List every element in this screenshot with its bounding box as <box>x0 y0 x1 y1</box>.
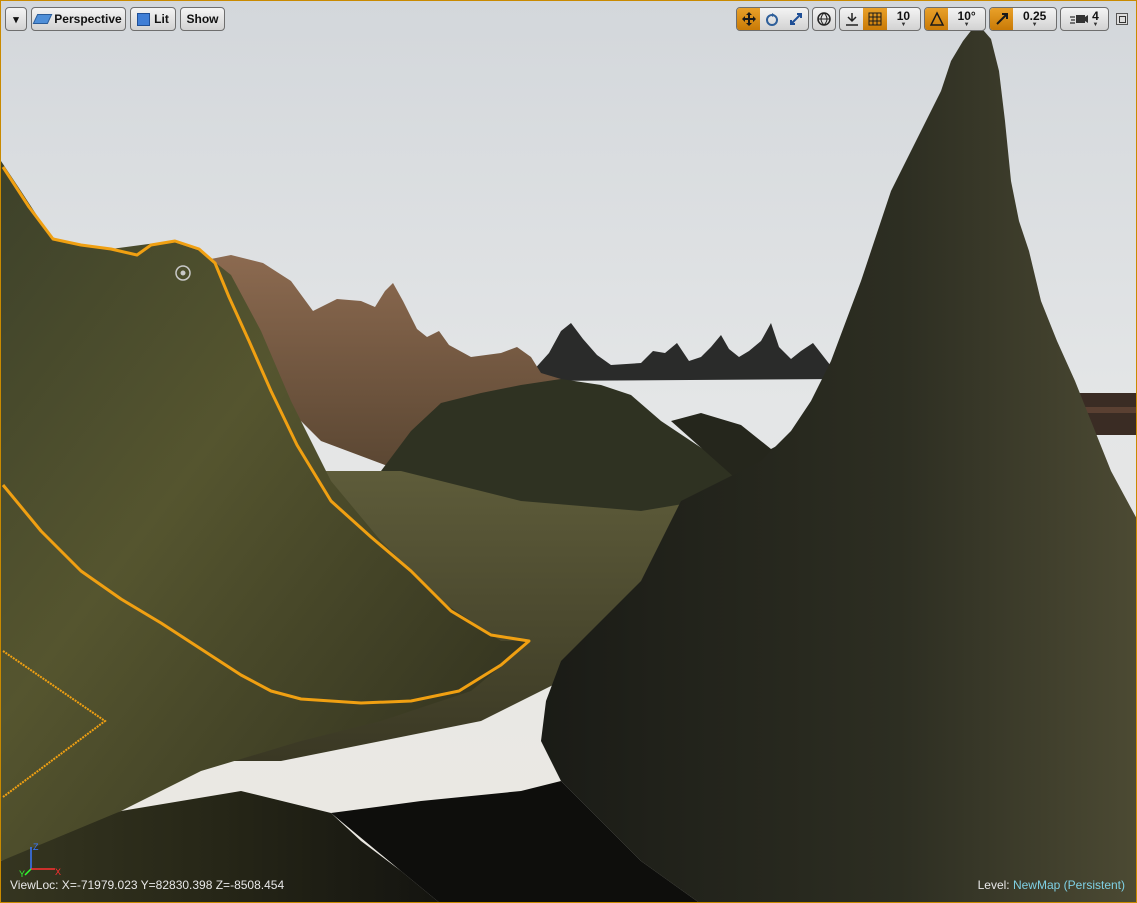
camera-speed-button[interactable]: 4 ▼ <box>1060 7 1109 31</box>
camera-speed-value: 4 <box>1092 8 1099 23</box>
world-space-button[interactable] <box>812 7 836 31</box>
scale-icon[interactable] <box>784 8 808 30</box>
grid-snap-icon[interactable] <box>863 8 887 30</box>
grid-snap-value-dropdown[interactable]: 10 ▼ <box>887 8 920 30</box>
rotation-snap-value: 10° <box>957 9 976 23</box>
viewport-options-button[interactable]: ▾ <box>5 7 27 31</box>
level-viewport[interactable]: ▾ Perspective Lit Show 10 ▼ 10° ▼ 0.25 ▼… <box>0 0 1137 903</box>
level-indicator: Level: NewMap (Persistent) <box>978 878 1125 892</box>
rotate-icon[interactable] <box>760 8 783 30</box>
transform-mode-group <box>736 7 809 31</box>
translate-icon[interactable] <box>737 8 761 30</box>
axis-gizmo: Z X Y <box>19 842 61 879</box>
chevron-down-icon: ▼ <box>963 22 970 28</box>
lit-cube-icon <box>137 12 151 26</box>
surface-snap-icon[interactable] <box>840 8 863 30</box>
rotation-snap-value-dropdown[interactable]: 10° ▼ <box>948 8 985 30</box>
rotation-snap-group: 10° ▼ <box>924 7 986 31</box>
perspective-button[interactable]: Perspective <box>31 7 126 31</box>
level-name-link[interactable]: NewMap (Persistent) <box>1013 878 1125 892</box>
rotation-snap-icon[interactable] <box>925 8 949 30</box>
axis-z-label: Z <box>33 842 39 852</box>
scale-snap-icon[interactable] <box>990 8 1014 30</box>
scale-snap-value: 0.25 <box>1022 9 1047 23</box>
chevron-down-icon: ▼ <box>1031 22 1038 28</box>
grid-snap-value: 10 <box>896 9 911 23</box>
scale-snap-group: 0.25 ▼ <box>989 7 1057 31</box>
show-label: Show <box>186 12 219 26</box>
lit-label: Lit <box>154 12 169 26</box>
chevron-down-icon: ▼ <box>900 22 907 28</box>
lit-button[interactable]: Lit <box>130 7 176 31</box>
scale-snap-value-dropdown[interactable]: 0.25 ▼ <box>1013 8 1056 30</box>
camera-speed-icon <box>1070 15 1089 24</box>
perspective-label: Perspective <box>54 12 122 26</box>
landscape-scene[interactable] <box>1 1 1137 903</box>
world-space-icon <box>817 12 831 26</box>
axis-x-label: X <box>55 867 61 877</box>
chevron-down-icon: ▾ <box>13 13 19 26</box>
grid-snap-group: 10 ▼ <box>839 7 921 31</box>
level-label: Level: <box>977 878 1010 892</box>
perspective-icon <box>32 14 53 24</box>
chevron-down-icon: ▼ <box>1092 21 1099 28</box>
maximize-icon[interactable] <box>1116 13 1128 25</box>
view-location-readout: ViewLoc: X=-71979.023 Y=82830.398 Z=-850… <box>10 878 285 892</box>
show-button[interactable]: Show <box>180 7 225 31</box>
